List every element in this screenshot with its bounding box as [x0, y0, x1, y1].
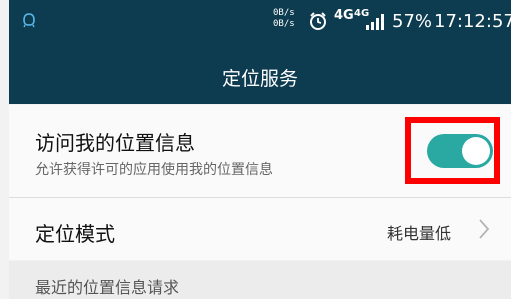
clock: 17:12:57 [434, 11, 511, 32]
signal-icon [366, 14, 384, 30]
download-rate: 0B/s [273, 19, 295, 29]
network-rate: 0B/s 0B/s [273, 8, 295, 30]
app-header: 定位服务 [9, 46, 511, 104]
network-type-1: 4G [334, 8, 354, 23]
status-bar: 0B/s 0B/s 4G 4G 57% 17:12:57 [9, 0, 511, 46]
recent-requests-section: 最近的位置信息请求 [9, 261, 511, 299]
location-mode-row[interactable]: 定位模式 耗电量低 [9, 198, 511, 260]
recent-requests-title: 最近的位置信息请求 [35, 278, 180, 297]
location-mode-value: 耗电量低 [387, 224, 452, 243]
battery-level: 57% [392, 11, 433, 32]
upload-rate: 0B/s [273, 8, 295, 18]
toggle-knob [462, 137, 490, 165]
location-access-subtitle: 允许获得许可的应用使用我的位置信息 [35, 162, 273, 178]
location-access-title: 访问我的位置信息 [35, 131, 195, 155]
alarm-icon [310, 12, 326, 30]
location-mode-title: 定位模式 [35, 222, 115, 246]
location-access-toggle[interactable] [427, 134, 493, 168]
notification-icon [23, 13, 35, 28]
chevron-right-icon [479, 219, 490, 239]
page-title: 定位服务 [221, 68, 298, 90]
